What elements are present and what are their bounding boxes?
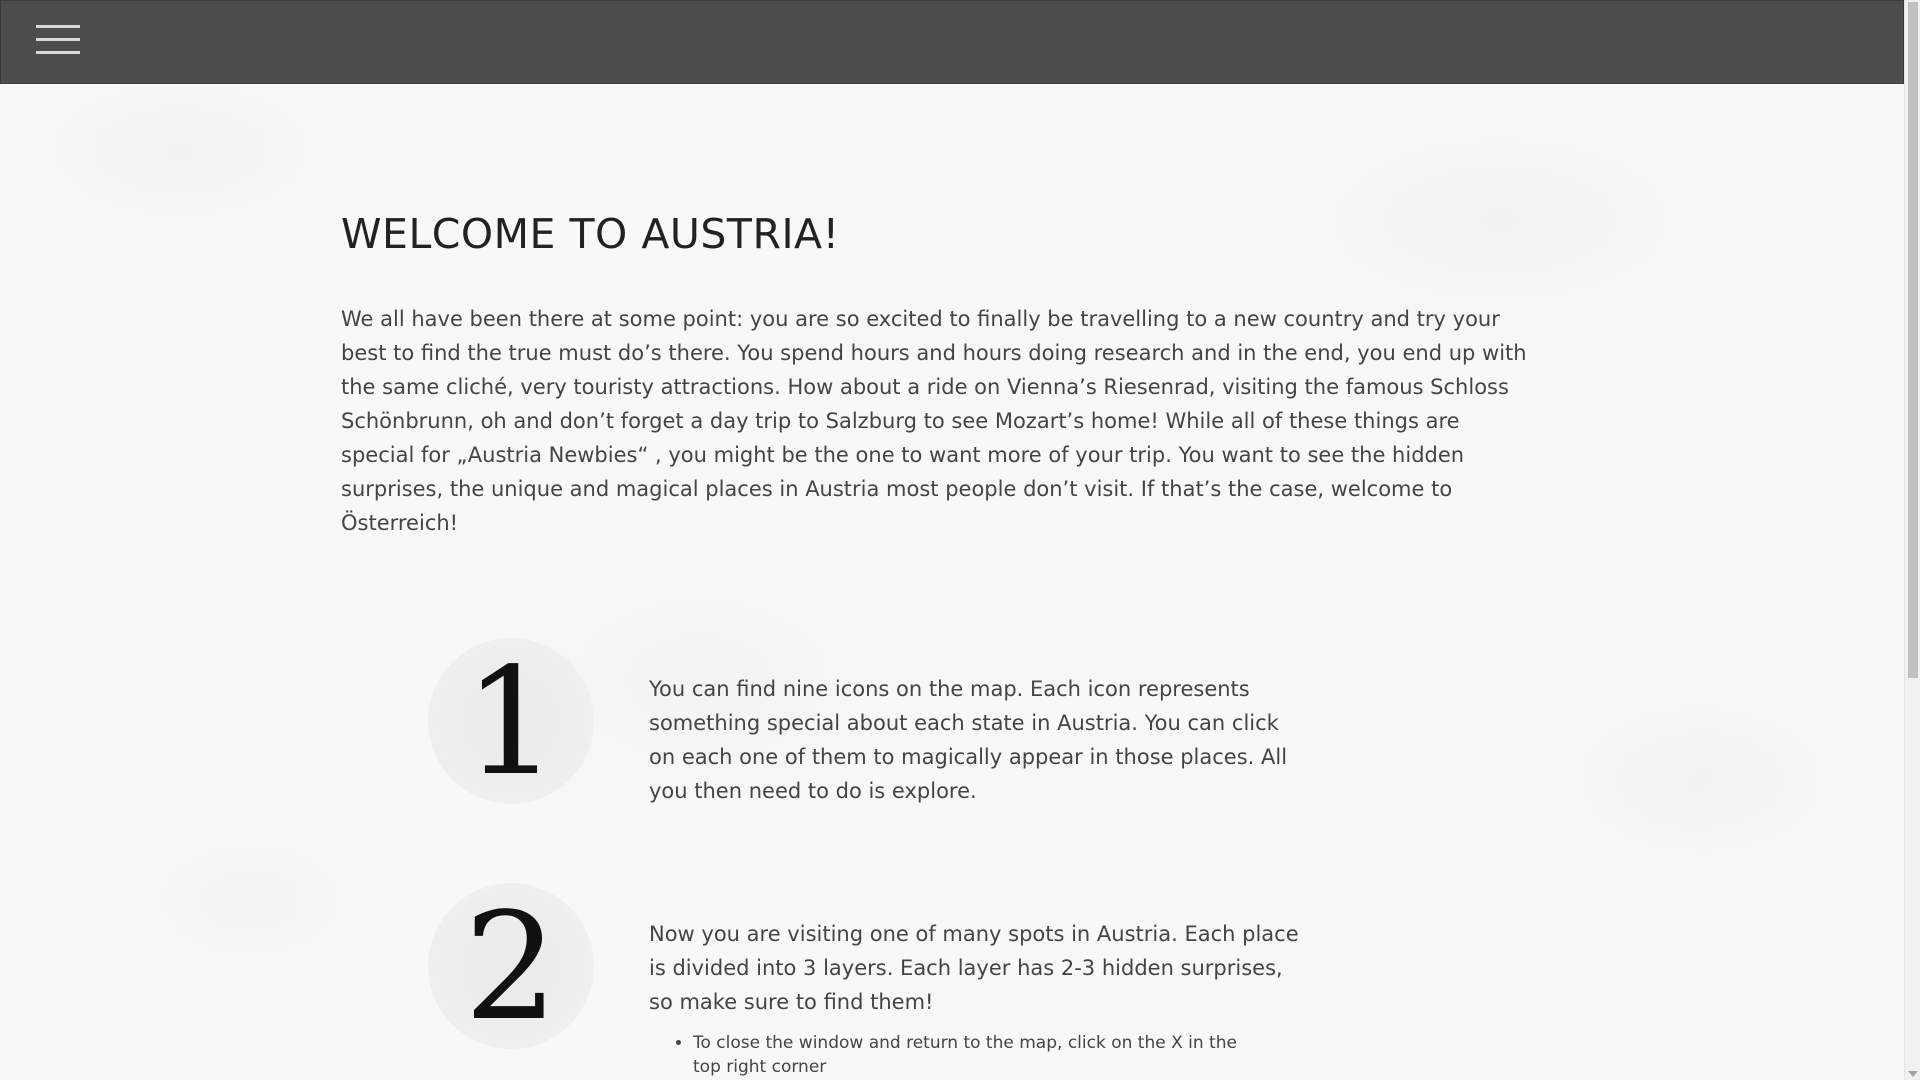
scrollbar-thumb[interactable] xyxy=(1908,2,1918,678)
page-title: WELCOME TO AUSTRIA! xyxy=(341,210,840,258)
step-description: You can find nine icons on the map. Each… xyxy=(649,677,1288,803)
step-number-badge: 2 xyxy=(428,883,594,1049)
hamburger-menu-icon[interactable] xyxy=(36,25,80,55)
step-bullet-list: To close the window and return to the ma… xyxy=(649,1031,1259,1079)
main-content: WELCOME TO AUSTRIA! We all have been the… xyxy=(341,210,1541,540)
top-navigation-bar xyxy=(0,0,1904,84)
step-body: Now you are visiting one of many spots i… xyxy=(649,917,1309,1080)
step-description: Now you are visiting one of many spots i… xyxy=(649,922,1299,1014)
hamburger-line xyxy=(36,25,80,28)
step-1: 1 You can find nine icons on the map. Ea… xyxy=(428,638,1287,804)
hamburger-line xyxy=(36,38,80,41)
step-number: 1 xyxy=(463,636,559,808)
scroll-down-arrow-icon[interactable] xyxy=(1908,1071,1918,1077)
hamburger-line xyxy=(36,51,80,54)
list-item: To close the window and return to the ma… xyxy=(693,1031,1259,1079)
step-number: 2 xyxy=(463,881,559,1053)
step-number-badge: 1 xyxy=(428,638,594,804)
vertical-scrollbar[interactable] xyxy=(1904,0,1920,1080)
step-2: 2 Now you are visiting one of many spots… xyxy=(428,883,1299,1077)
intro-paragraph: We all have been there at some point: yo… xyxy=(341,307,1527,535)
